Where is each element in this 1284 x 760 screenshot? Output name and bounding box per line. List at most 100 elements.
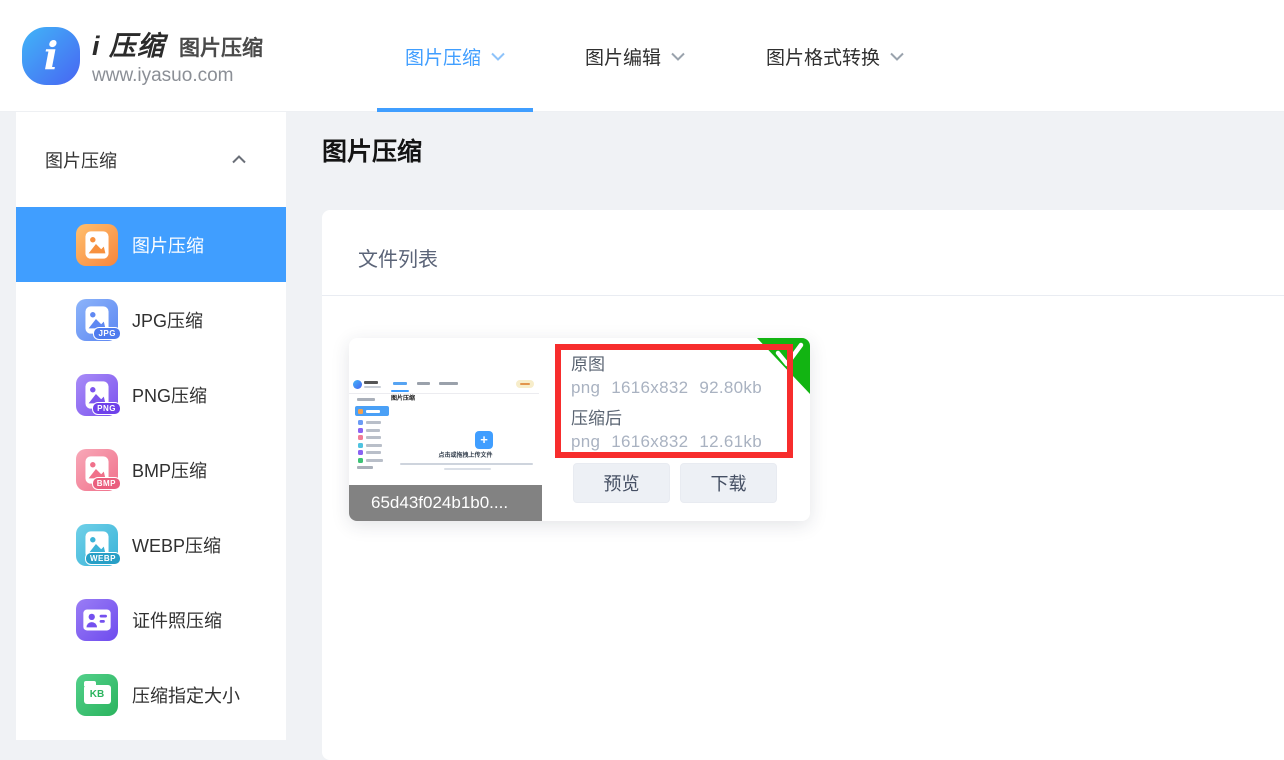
image-compress-icon [76, 224, 118, 266]
mini-decor-bar [417, 382, 430, 385]
sidebar-item-label: WEBP压缩 [132, 532, 221, 558]
mini-icon-dot [358, 435, 363, 440]
nav-tab-image-edit[interactable]: 图片编辑 [557, 0, 713, 112]
original-label: 原图 [571, 353, 787, 376]
nav-tab-label: 图片编辑 [585, 43, 661, 70]
brand-text: i 压缩 图片压缩 www.iyasuo.com [92, 24, 263, 87]
mini-decor-bar [366, 444, 382, 447]
mini-decor-bar [366, 410, 380, 413]
sidebar: 图片压缩 图片压缩 JPG JPG压缩 PNG PNG压缩 BMP BMP压缩 [16, 112, 286, 740]
sidebar-item-id-photo[interactable]: 证件照压缩 [16, 582, 286, 657]
kb-badge: KB [84, 685, 111, 704]
mini-decor-bar [400, 463, 533, 466]
sidebar-item-bmp[interactable]: BMP BMP压缩 [16, 432, 286, 507]
mini-icon-dot [358, 428, 363, 433]
kb-folder-icon: KB [76, 674, 118, 716]
mini-decor-bar [366, 451, 381, 454]
annotation-red-box: 原图 png 1616x832 92.80kb 压缩后 png 1616x832 12.… [555, 344, 793, 458]
mini-button [516, 380, 534, 388]
mini-decor-bar [366, 459, 383, 462]
compressed-dimensions: 1616x832 [611, 432, 688, 451]
id-photo-icon [76, 599, 118, 641]
sidebar-item-png[interactable]: PNG PNG压缩 [16, 357, 286, 432]
mini-decor-bar [391, 390, 409, 392]
panel-divider [322, 295, 1284, 296]
mini-icon-dot [358, 450, 363, 455]
format-badge: JPG [93, 327, 121, 340]
chevron-down-icon [890, 52, 904, 61]
mini-decor-bar [393, 382, 407, 385]
sidebar-item-image-compress[interactable]: 图片压缩 [16, 207, 286, 282]
original-dimensions: 1616x832 [611, 378, 688, 397]
nav-tab-format-convert[interactable]: 图片格式转换 [737, 0, 933, 112]
brand-logo-icon: i [22, 27, 80, 85]
sidebar-item-label: 图片压缩 [132, 232, 204, 258]
mini-upload-plus-icon: + [475, 431, 493, 449]
sidebar-item-label: BMP压缩 [132, 457, 207, 483]
mini-decor-bar [364, 381, 378, 384]
page-title: 图片压缩 [322, 132, 422, 168]
brand-title: i 压缩 [92, 24, 165, 63]
mini-icon-dot [358, 443, 363, 448]
mini-decor-bar [357, 398, 375, 401]
thumbnail-mini-screenshot: 图片压缩 + 点击或拖拽上传文件 [349, 376, 542, 470]
sidebar-group-header[interactable]: 图片压缩 [16, 112, 286, 207]
jpg-compress-icon: JPG [76, 299, 118, 341]
mini-decor-bar [366, 429, 380, 432]
mini-divider [349, 393, 539, 394]
nav-tab-label: 图片压缩 [405, 43, 481, 70]
format-badge: WEBP [85, 552, 121, 565]
file-list-panel: 文件列表 图片压缩 [322, 210, 1284, 760]
chevron-down-icon [671, 52, 685, 61]
bmp-compress-icon: BMP [76, 449, 118, 491]
sidebar-item-target-size[interactable]: KB 压缩指定大小 [16, 657, 286, 732]
brand-subtitle: 图片压缩 [179, 32, 263, 62]
preview-button[interactable]: 预览 [573, 463, 670, 503]
file-item-card: 图片压缩 + 点击或拖拽上传文件 [349, 338, 810, 521]
mini-decor-bar [357, 466, 373, 469]
compressed-label: 压缩后 [571, 407, 787, 430]
format-badge: PNG [92, 402, 121, 415]
mini-icon-dot [358, 458, 363, 463]
original-size: 92.80kb [699, 378, 762, 397]
file-name: 65d43f024b1b0.... [349, 485, 542, 521]
mini-icon-dot [358, 420, 363, 425]
mini-page-title: 图片压缩 [391, 396, 415, 403]
panel-title: 文件列表 [358, 243, 438, 272]
brand-url: www.iyasuo.com [92, 65, 263, 87]
sidebar-group-label: 图片压缩 [45, 147, 117, 173]
chevron-down-icon [491, 52, 505, 61]
info-gap [571, 400, 787, 407]
file-thumbnail[interactable]: 图片压缩 + 点击或拖拽上传文件 [349, 338, 542, 521]
chevron-up-icon [232, 155, 246, 164]
app-header: i i 压缩 图片压缩 www.iyasuo.com 图片压缩 图片编辑 图片格… [0, 0, 1284, 112]
main-nav: 图片压缩 图片编辑 图片格式转换 [377, 0, 933, 112]
png-compress-icon: PNG [76, 374, 118, 416]
original-format: png [571, 378, 600, 397]
compressed-info: png 1616x832 12.61kb [571, 430, 787, 454]
compressed-size: 12.61kb [699, 432, 762, 451]
mini-icon-dot [358, 409, 363, 414]
brand-logo-group[interactable]: i i 压缩 图片压缩 www.iyasuo.com [22, 24, 263, 87]
mini-decor-bar [366, 436, 381, 439]
nav-tab-image-compress[interactable]: 图片压缩 [377, 0, 533, 112]
sidebar-item-label: JPG压缩 [132, 307, 203, 333]
active-tab-underline [377, 108, 533, 112]
download-button[interactable]: 下载 [680, 463, 777, 503]
webp-compress-icon: WEBP [76, 524, 118, 566]
sidebar-item-label: 证件照压缩 [132, 607, 222, 633]
sidebar-item-label: 压缩指定大小 [132, 682, 240, 708]
sidebar-item-jpg[interactable]: JPG JPG压缩 [16, 282, 286, 357]
compressed-format: png [571, 432, 600, 451]
sidebar-item-webp[interactable]: WEBP WEBP压缩 [16, 507, 286, 582]
file-actions: 预览 下载 [573, 463, 777, 503]
mini-decor-bar [439, 382, 458, 385]
mini-decor-bar [520, 383, 530, 385]
mini-decor-bar [444, 468, 491, 470]
mini-upload-text: 点击或拖拽上传文件 [389, 453, 542, 460]
mini-decor-bar [366, 421, 381, 424]
sidebar-item-label: PNG压缩 [132, 382, 207, 408]
mini-decor-bar [364, 386, 381, 388]
format-badge: BMP [92, 477, 121, 490]
nav-tab-label: 图片格式转换 [766, 43, 880, 70]
